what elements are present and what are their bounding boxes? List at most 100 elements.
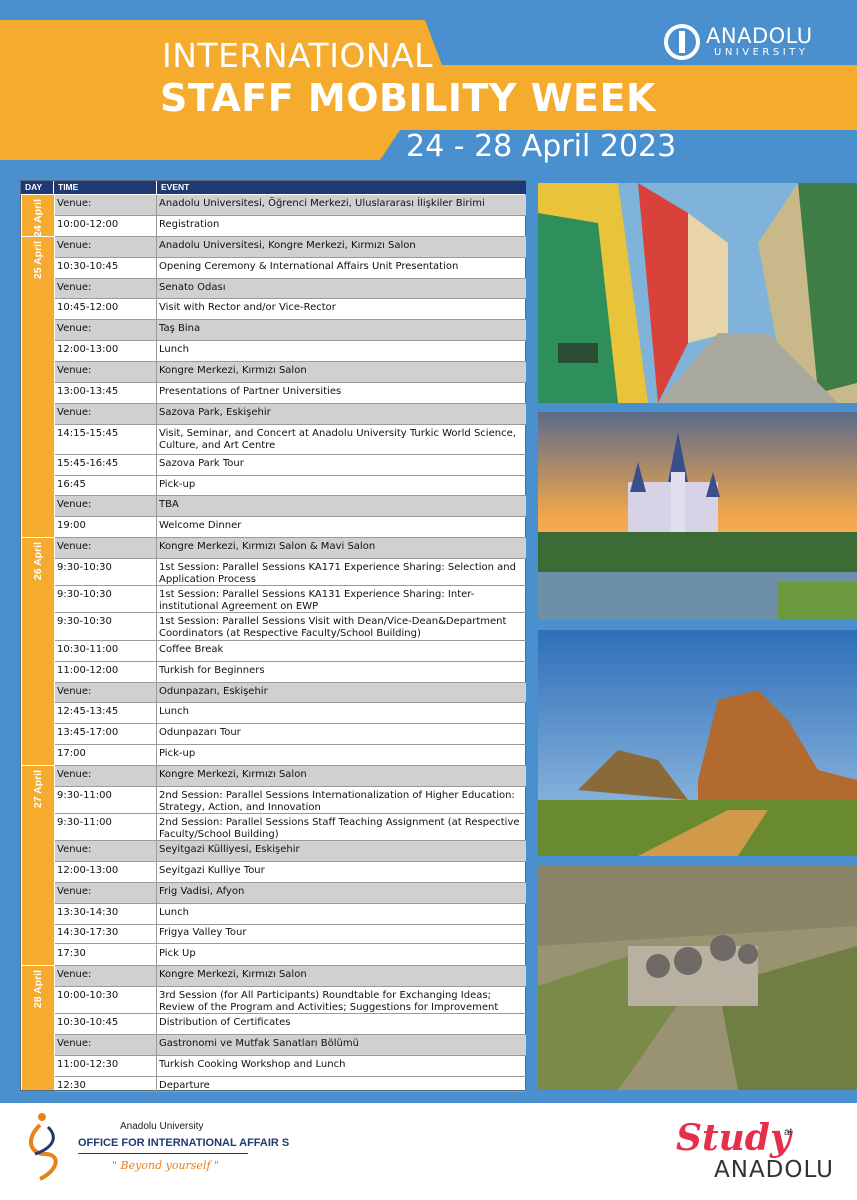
row-event: Registration bbox=[159, 219, 220, 230]
row-time: 17:30 bbox=[57, 948, 86, 959]
row-time: 13:00-13:45 bbox=[57, 386, 119, 397]
venue-row: Venue: Kongre Merkezi, Kırmızı Salon & Ma… bbox=[55, 538, 526, 559]
day-label-text: 25 April bbox=[32, 241, 44, 280]
schedule-row: 9:30-11:00 2nd Session: Parallel Sessions… bbox=[55, 787, 526, 814]
anadolu-logo: ANADOLU UNIVERSITY bbox=[662, 22, 832, 62]
header-event: EVENT bbox=[157, 181, 526, 194]
row-time: Venue: bbox=[57, 686, 92, 697]
row-event: Senato Odası bbox=[159, 282, 226, 293]
schedule-row: 10:30-11:00 Coffee Break bbox=[55, 641, 526, 662]
row-event: Frigya Valley Tour bbox=[159, 927, 247, 938]
anadolu-logo-icon bbox=[664, 24, 700, 60]
schedule-row: 12:45-13:45 Lunch bbox=[55, 703, 526, 724]
photo-sazova-castle bbox=[538, 412, 857, 620]
row-event: Turkish for Beginners bbox=[159, 665, 265, 676]
row-time: Venue: bbox=[57, 969, 92, 980]
row-event: Turkish Cooking Workshop and Lunch bbox=[159, 1059, 346, 1070]
schedule-row: 14:15-15:45 Visit, Seminar, and Concert a… bbox=[55, 425, 526, 455]
photo-odunpazari-street bbox=[538, 183, 857, 403]
row-event: Frig Vadisi, Afyon bbox=[159, 886, 245, 897]
title-line2: STAFF MOBILITY WEEK bbox=[160, 76, 656, 120]
schedule-row: 10:45-12:00 Visit with Rector and/or Vice… bbox=[55, 299, 526, 320]
row-event: Visit, Seminar, and Concert at Anadolu U… bbox=[159, 428, 516, 451]
venue-row: Venue: Anadolu Universitesi, Kongre Merke… bbox=[55, 237, 526, 258]
footer-divider bbox=[78, 1153, 248, 1154]
schedule-row: 12:30 Departure bbox=[55, 1077, 526, 1092]
row-time: Venue: bbox=[57, 240, 92, 251]
venue-row: Venue: Frig Vadisi, Afyon bbox=[55, 883, 526, 904]
venue-row: Venue: Kongre Merkezi, Kırmızı Salon bbox=[55, 362, 526, 383]
row-time: Venue: bbox=[57, 323, 92, 334]
event-dates: 24 - 28 April 2023 bbox=[406, 129, 677, 164]
schedule-row: 10:00-10:30 3rd Session (for All Particip… bbox=[55, 987, 526, 1014]
row-event: 2nd Session: Parallel Sessions Staff Tea… bbox=[159, 817, 520, 840]
row-event: 1st Session: Parallel Sessions Visit wit… bbox=[159, 616, 507, 639]
row-event: Departure bbox=[159, 1080, 210, 1091]
row-time: 10:30-10:45 bbox=[57, 261, 119, 272]
day-label-4: 27 April bbox=[22, 766, 54, 965]
row-time: 11:00-12:30 bbox=[57, 1059, 119, 1070]
photo-frig-valley bbox=[538, 630, 857, 856]
row-event: Seyitgazi Külliyesi, Eskişehir bbox=[159, 844, 300, 855]
venue-row: Venue: Sazova Park, Eskişehir bbox=[55, 404, 526, 425]
schedule-row: 11:00-12:00 Turkish for Beginners bbox=[55, 662, 526, 683]
row-event: Sazova Park Tour bbox=[159, 458, 244, 469]
venue-row: Venue: Seyitgazi Külliyesi, Eskişehir bbox=[55, 841, 526, 862]
logo-name: ANADOLU bbox=[706, 24, 813, 48]
day-label-3: 26 April bbox=[22, 538, 54, 765]
row-event: Kongre Merkezi, Kırmızı Salon bbox=[159, 769, 307, 780]
row-time: 9:30-10:30 bbox=[57, 562, 112, 573]
header-day: DAY bbox=[21, 181, 53, 194]
venue-row: Venue: Gastronomi ve Mutfak Sanatları Böl… bbox=[55, 1035, 526, 1056]
row-event: Kongre Merkezi, Kırmızı Salon & Mavi Sal… bbox=[159, 541, 376, 552]
schedule-row: 10:30-10:45 Opening Ceremony & Internatio… bbox=[55, 258, 526, 279]
row-time: 17:00 bbox=[57, 748, 86, 759]
schedule-row: 12:00-13:00 Seyitgazi Kulliye Tour bbox=[55, 862, 526, 883]
row-time: Venue: bbox=[57, 541, 92, 552]
row-event: Anadolu Universitesi, Öğrenci Merkezi, U… bbox=[159, 198, 485, 209]
row-time: Venue: bbox=[57, 365, 92, 376]
schedule-table: DAY TIME EVENT 24 April 25 April 26 April 2… bbox=[20, 180, 526, 1092]
schedule-row: 9:30-11:00 2nd Session: Parallel Sessions… bbox=[55, 814, 526, 841]
schedule-row: 16:45 Pick-up bbox=[55, 476, 526, 496]
row-event: Distribution of Certificates bbox=[159, 1017, 291, 1028]
row-time: 13:45-17:00 bbox=[57, 727, 119, 738]
row-time: 9:30-10:30 bbox=[57, 589, 112, 600]
row-event: Seyitgazi Kulliye Tour bbox=[159, 865, 265, 876]
row-time: 19:00 bbox=[57, 520, 86, 531]
row-time: 15:45-16:45 bbox=[57, 458, 119, 469]
row-time: Venue: bbox=[57, 407, 92, 418]
row-event: Visit with Rector and/or Vice-Rector bbox=[159, 302, 336, 313]
row-time: 12:00-13:00 bbox=[57, 865, 119, 876]
venue-row: Venue: Odunpazarı, Eskişehir bbox=[55, 683, 526, 703]
photo-seyitgazi-kulliye bbox=[538, 866, 857, 1090]
schedule-row: 14:30-17:30 Frigya Valley Tour bbox=[55, 924, 526, 944]
row-time: 13:30-14:30 bbox=[57, 907, 119, 918]
day-label-text: 27 April bbox=[32, 770, 44, 809]
footer-university: Anadolu University bbox=[120, 1121, 204, 1132]
row-time: 9:30-11:00 bbox=[57, 817, 112, 828]
row-time: Venue: bbox=[57, 844, 92, 855]
header: INTERNATIONAL STAFF MOBILITY WEEK 24 - 2… bbox=[0, 0, 857, 175]
row-time: Venue: bbox=[57, 886, 92, 897]
day-label-5: 28 April bbox=[22, 966, 54, 1090]
study-anadolu-label: ANADOLU bbox=[714, 1157, 834, 1183]
venue-row: Venue: Taş Bina bbox=[55, 320, 526, 341]
row-event: Lunch bbox=[159, 706, 189, 717]
schedule-row: 9:30-10:30 1st Session: Parallel Sessions… bbox=[55, 613, 526, 641]
row-event: Taş Bina bbox=[159, 323, 201, 334]
row-time: 10:45-12:00 bbox=[57, 302, 119, 313]
day-label-text: 24 April bbox=[32, 199, 44, 238]
logo-sub: UNIVERSITY bbox=[714, 47, 809, 58]
day-label-text: 26 April bbox=[32, 542, 44, 581]
row-event: 1st Session: Parallel Sessions KA171 Exp… bbox=[159, 562, 516, 585]
row-time: Venue: bbox=[57, 499, 92, 510]
schedule-row: 10:30-10:45 Distribution of Certificates bbox=[55, 1014, 526, 1035]
row-time: 12:45-13:45 bbox=[57, 706, 119, 717]
day-label-text: 28 April bbox=[32, 970, 44, 1009]
venue-row: Venue: Anadolu Universitesi, Öğrenci Merk… bbox=[55, 195, 526, 216]
row-time: Venue: bbox=[57, 1038, 92, 1049]
header-time: TIME bbox=[54, 181, 156, 194]
footer-office: OFFICE FOR INTERNATIONAL AFFAIR S bbox=[78, 1137, 290, 1149]
row-event: 2nd Session: Parallel Sessions Internati… bbox=[159, 790, 515, 813]
